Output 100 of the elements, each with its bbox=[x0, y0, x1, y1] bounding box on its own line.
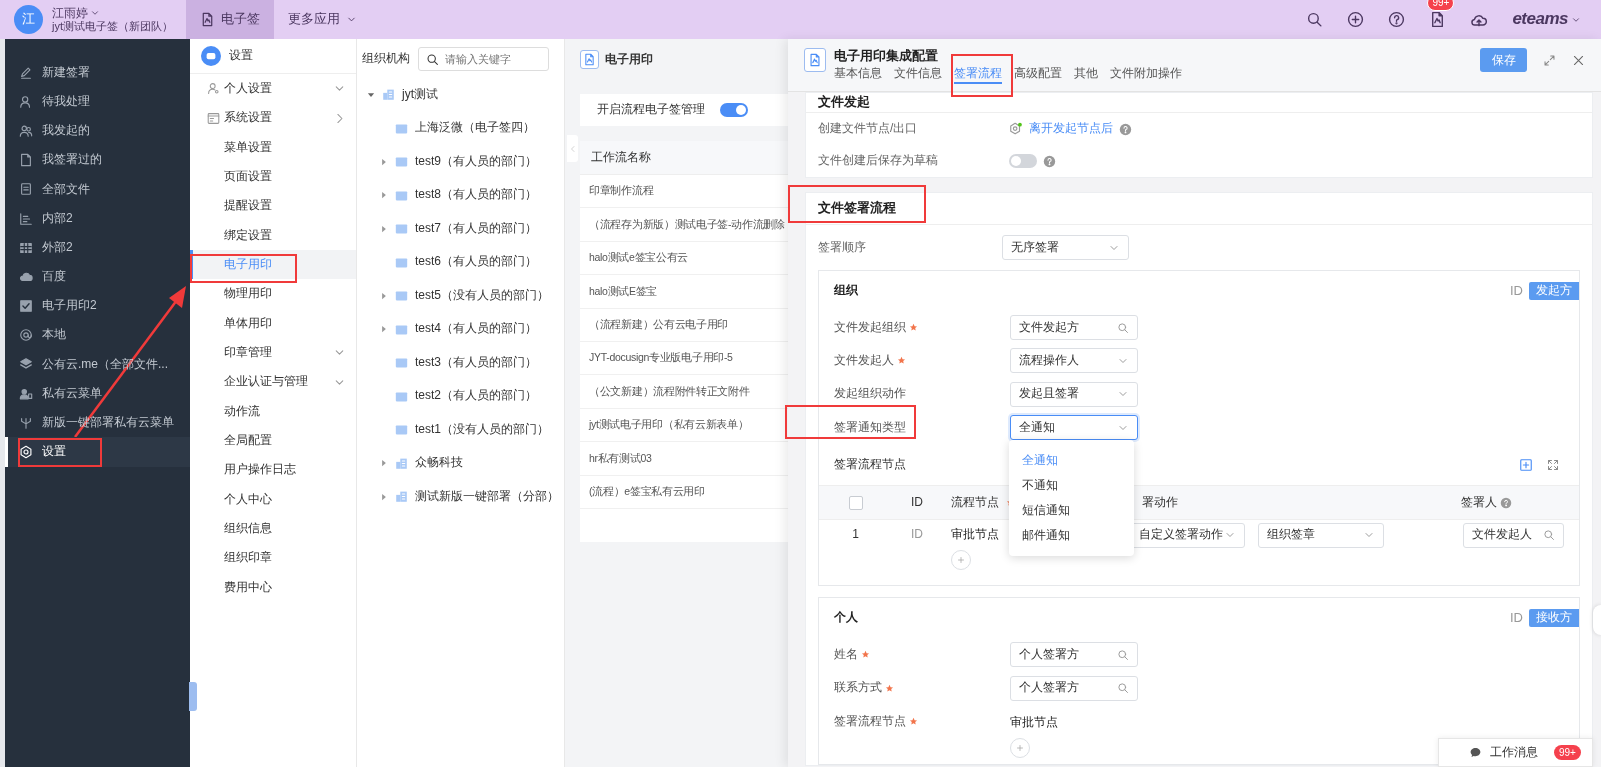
plus-icon bbox=[1015, 742, 1025, 753]
checkbox-icon bbox=[19, 299, 33, 314]
sidebar-item[interactable]: 私有云菜单 bbox=[5, 379, 190, 409]
menu-item[interactable]: 企业认证与管理 bbox=[190, 367, 356, 397]
building-icon bbox=[395, 490, 408, 504]
close-icon[interactable] bbox=[1572, 54, 1585, 67]
table-cell: ID bbox=[911, 527, 923, 543]
sidebar-item[interactable]: 设置 bbox=[5, 437, 190, 467]
side-handle[interactable] bbox=[1593, 605, 1601, 635]
help-icon[interactable] bbox=[1388, 11, 1406, 28]
app-tab[interactable]: 更多应用 bbox=[274, 0, 371, 39]
menu-item[interactable]: 物理用印 bbox=[190, 279, 356, 309]
sidebar-item[interactable]: 新建签署 bbox=[5, 58, 190, 88]
dropdown-option[interactable]: 不通知 bbox=[1009, 473, 1134, 498]
field-label: 姓名 bbox=[834, 647, 858, 663]
tab[interactable]: 基本信息 bbox=[834, 66, 882, 84]
expand-icon[interactable] bbox=[1543, 54, 1556, 67]
document-icon bbox=[200, 12, 215, 27]
fullscreen-icon[interactable] bbox=[1547, 458, 1559, 471]
menu-title: 设置 bbox=[229, 48, 253, 64]
dropdown-select[interactable]: 无序签署 bbox=[1002, 235, 1129, 260]
sidebar-item[interactable]: 我签署过的 bbox=[5, 145, 190, 175]
menu-item[interactable]: 全局配置 bbox=[190, 426, 356, 456]
column-header: 工作流名称 bbox=[580, 141, 788, 175]
tab[interactable]: 高级配置 bbox=[1014, 66, 1062, 84]
menu-item[interactable]: 动作流 bbox=[190, 396, 356, 427]
tree-node[interactable]: jyt测试 bbox=[402, 86, 438, 103]
add-icon[interactable] bbox=[1347, 11, 1365, 28]
tree-node[interactable]: test1（没有人员的部门） bbox=[415, 421, 549, 438]
menu-item[interactable]: 单体用印 bbox=[190, 308, 356, 339]
tab[interactable]: 其他 bbox=[1074, 66, 1098, 84]
document-icon bbox=[804, 48, 826, 72]
tree-node[interactable]: test3（有人员的部门） bbox=[415, 354, 537, 371]
dropdown-select[interactable]: 流程操作人 bbox=[1010, 348, 1138, 374]
sidebar-item[interactable]: 我发起的 bbox=[5, 116, 190, 146]
sidebar-item[interactable]: 百度 bbox=[5, 262, 190, 292]
tree-node[interactable]: test6（有人员的部门） bbox=[415, 254, 537, 271]
sidebar-item[interactable]: 电子用印2 bbox=[5, 291, 190, 321]
tab[interactable]: 文件附加操作 bbox=[1110, 66, 1182, 84]
search-field[interactable]: 个人签署方 bbox=[1010, 642, 1138, 668]
folder-icon bbox=[395, 121, 408, 135]
tree-node[interactable]: test7（有人员的部门） bbox=[415, 220, 537, 237]
dropdown-select[interactable]: 发起且签署 bbox=[1010, 381, 1138, 407]
dropdown-option[interactable]: 短信通知 bbox=[1009, 498, 1134, 523]
chat-icon bbox=[1469, 746, 1482, 759]
switch-label: 开启流程电子签管理 bbox=[597, 102, 706, 118]
fork-icon bbox=[19, 415, 33, 430]
user-name[interactable]: 江雨婷 bbox=[52, 6, 88, 20]
row-number: 1 bbox=[852, 527, 859, 543]
logo[interactable]: eteams bbox=[1512, 8, 1568, 31]
tree-node[interactable]: test5（没有人员的部门） bbox=[415, 287, 549, 304]
search-field[interactable]: 文件发起人 bbox=[1463, 522, 1564, 548]
toggle-switch[interactable] bbox=[1009, 154, 1037, 168]
sidebar-item[interactable]: 外部2 bbox=[5, 233, 190, 263]
tree-node[interactable]: 众畅科技 bbox=[415, 455, 463, 472]
folder-icon bbox=[395, 222, 408, 236]
folder-icon bbox=[395, 356, 408, 370]
tree-node[interactable]: test4（有人员的部门） bbox=[415, 321, 537, 338]
sidebar-item[interactable]: 本地 bbox=[5, 320, 190, 350]
sidebar-item[interactable]: 待我处理 bbox=[5, 87, 190, 117]
caret-icon[interactable] bbox=[90, 8, 100, 18]
collapse-handle[interactable] bbox=[189, 682, 197, 711]
sidebar-item[interactable]: 内部2 bbox=[5, 203, 190, 234]
app-tab[interactable]: 电子签 bbox=[186, 0, 274, 39]
tree-node[interactable]: test8（有人员的部门） bbox=[415, 187, 537, 204]
field-label: 文件创建后保存为草稿 bbox=[818, 153, 939, 169]
sidebar-item[interactable]: 全部文件 bbox=[5, 174, 190, 204]
role-tag: 接收方 bbox=[1529, 609, 1579, 627]
field-label: 文件发起人 bbox=[834, 353, 894, 369]
checkbox[interactable] bbox=[848, 495, 863, 510]
tree-node[interactable]: 上海泛微（电子签四） bbox=[415, 120, 535, 137]
tree-node[interactable]: 测试新版一键部署（分部） bbox=[415, 488, 559, 505]
menu-item[interactable]: 个人中心 bbox=[190, 484, 356, 515]
folder-icon bbox=[395, 255, 408, 269]
tree-node[interactable]: test2（有人员的部门） bbox=[415, 388, 537, 405]
search-field[interactable]: 个人签署方 bbox=[1010, 675, 1138, 701]
node-icon bbox=[1009, 122, 1023, 136]
menu-item[interactable]: 个人设置 bbox=[190, 74, 356, 104]
menu-item[interactable]: 组织印章 bbox=[190, 543, 356, 573]
menu-item[interactable]: 系统设置 bbox=[190, 103, 356, 133]
message-badge: 99+ bbox=[1554, 745, 1581, 760]
menu-item[interactable]: 绑定设置 bbox=[190, 220, 356, 251]
work-messages-button[interactable]: 工作消息 99+ bbox=[1438, 738, 1593, 767]
tab[interactable]: 文件信息 bbox=[894, 66, 942, 84]
menu-item[interactable]: 菜单设置 bbox=[190, 132, 356, 163]
menu-item[interactable]: 提醒设置 bbox=[190, 191, 356, 221]
menu-item[interactable]: 费用中心 bbox=[190, 572, 356, 603]
menu-item[interactable]: 页面设置 bbox=[190, 162, 356, 192]
menu-item[interactable]: 组织信息 bbox=[190, 514, 356, 544]
tree-node[interactable]: test9（有人员的部门） bbox=[415, 153, 537, 170]
dropdown-select[interactable]: 全通知 bbox=[1010, 415, 1138, 441]
search-field[interactable]: 请输入关键字 bbox=[418, 46, 549, 71]
menu-item[interactable]: 用户操作日志 bbox=[190, 455, 356, 485]
search-icon[interactable] bbox=[1306, 11, 1324, 28]
toggle-switch[interactable] bbox=[720, 103, 748, 117]
dropdown-select[interactable]: 组织签章 bbox=[1258, 522, 1384, 548]
panel-title: 电子用印 bbox=[605, 51, 653, 68]
column-header: 签署人 bbox=[1461, 494, 1497, 511]
menu-item[interactable]: 印章管理 bbox=[190, 338, 356, 368]
search-field[interactable]: 文件发起方 bbox=[1010, 315, 1138, 341]
